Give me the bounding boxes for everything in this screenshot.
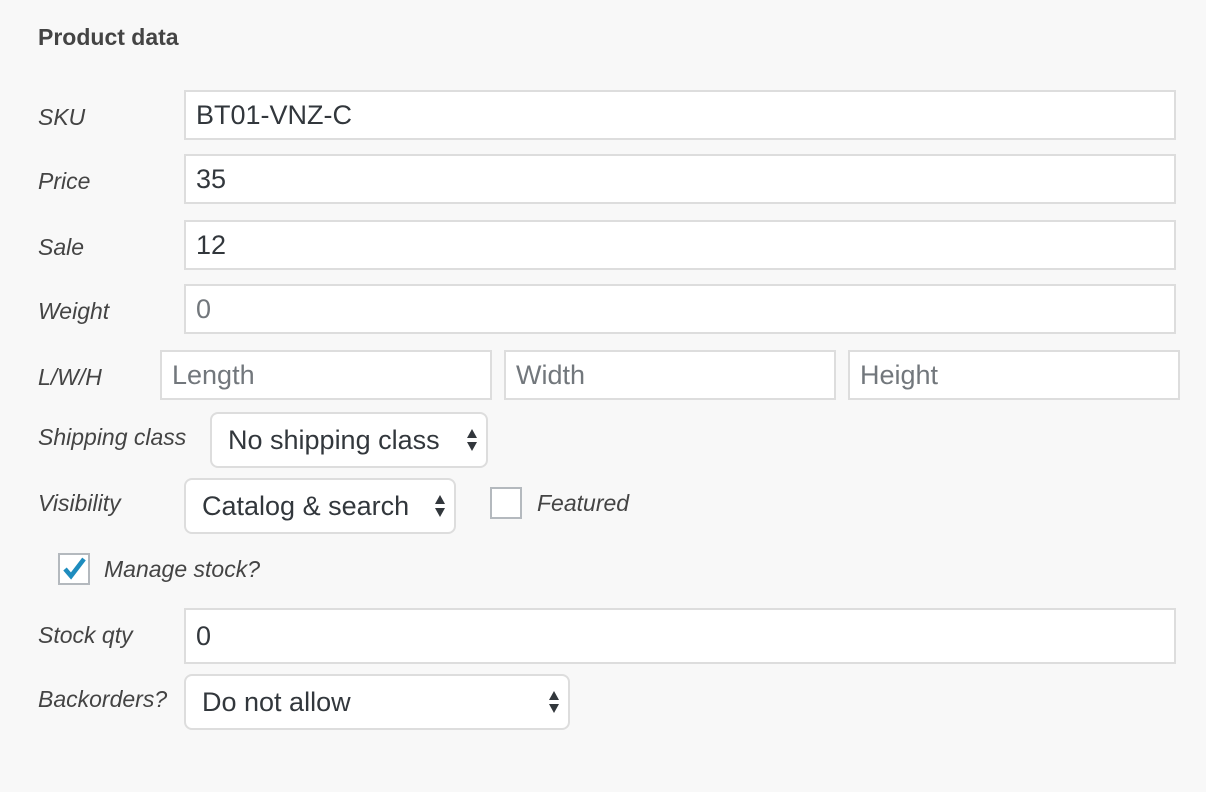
price-input[interactable]: 35 <box>184 154 1176 204</box>
stock-qty-label: Stock qty <box>38 622 133 648</box>
weight-input[interactable]: 0 <box>184 284 1176 334</box>
stock-qty-input[interactable]: 0 <box>184 608 1176 664</box>
visibility-label: Visibility <box>38 490 121 516</box>
dimensions-label: L/W/H <box>38 364 102 390</box>
select-arrows-icon <box>435 495 445 517</box>
section-title: Product data <box>38 24 179 50</box>
width-input[interactable]: Width <box>504 350 836 400</box>
visibility-select[interactable]: Catalog & search <box>184 478 456 534</box>
shipping-class-select[interactable]: No shipping class <box>210 412 488 468</box>
sku-label: SKU <box>38 104 86 130</box>
sku-input[interactable]: BT01-VNZ-C <box>184 90 1176 140</box>
weight-label: Weight <box>38 298 110 324</box>
featured-checkbox[interactable] <box>490 487 522 519</box>
backorders-label: Backorders? <box>38 686 168 712</box>
price-label: Price <box>38 168 91 194</box>
manage-stock-label: Manage stock? <box>104 556 260 582</box>
visibility-value: Catalog & search <box>202 491 410 521</box>
sale-label: Sale <box>38 234 85 260</box>
length-input[interactable]: Length <box>160 350 492 400</box>
select-arrows-icon <box>549 691 559 713</box>
shipping-class-label: Shipping class <box>38 424 187 450</box>
checkmark-icon <box>63 557 86 580</box>
height-input[interactable]: Height <box>848 350 1180 400</box>
select-arrows-icon <box>467 429 477 451</box>
featured-label: Featured <box>537 490 630 516</box>
backorders-value: Do not allow <box>202 687 351 717</box>
sale-price-input[interactable]: 12 <box>184 220 1176 270</box>
backorders-select[interactable]: Do not allow <box>184 674 570 730</box>
manage-stock-checkbox[interactable] <box>58 553 90 585</box>
shipping-class-value: No shipping class <box>228 425 440 455</box>
